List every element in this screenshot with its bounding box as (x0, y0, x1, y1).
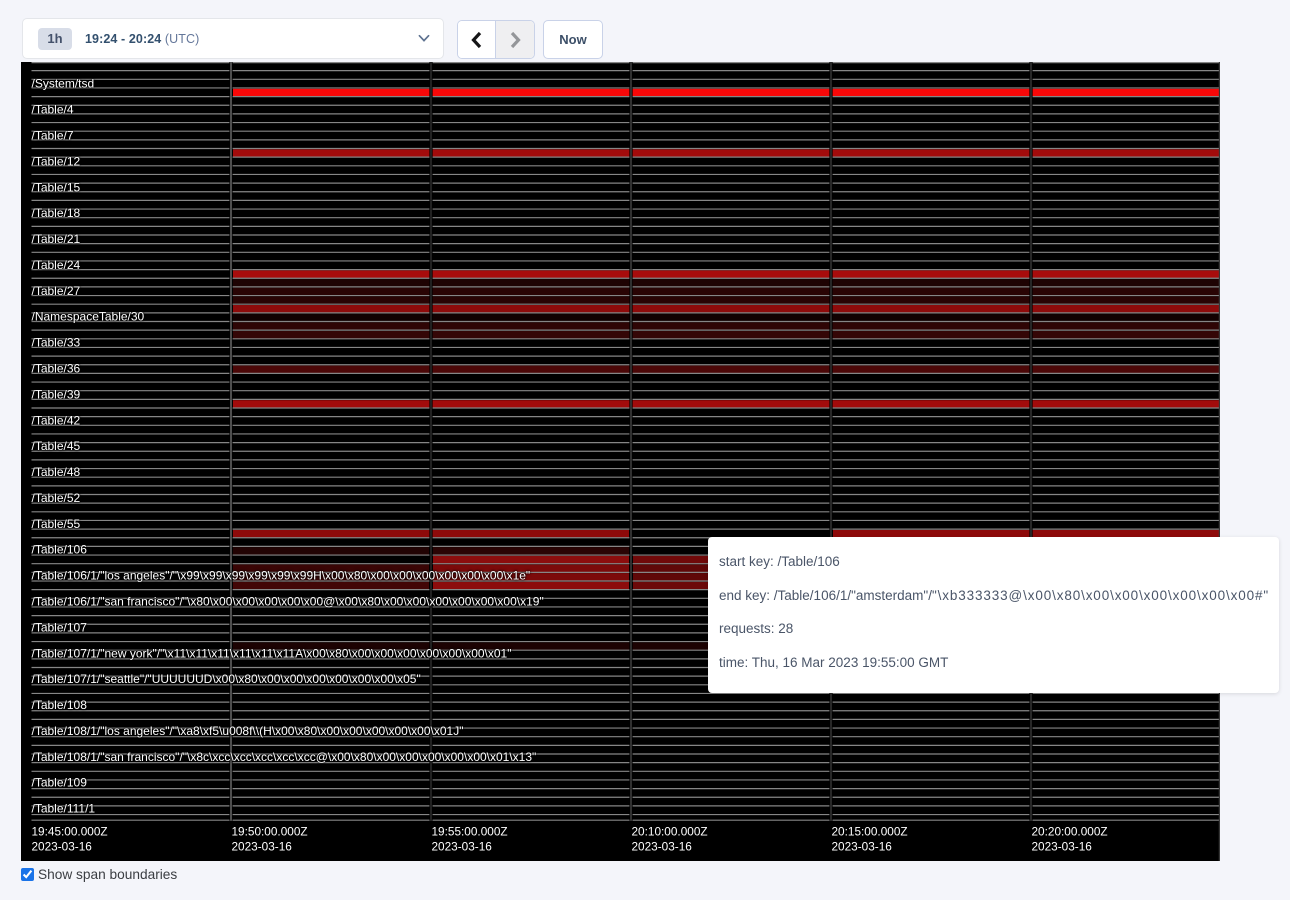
svg-text:/Table/36: /Table/36 (32, 362, 81, 376)
svg-text:/Table/106/1/"los angeles"/"\x: /Table/106/1/"los angeles"/"\x99\x99\x99… (32, 569, 531, 583)
svg-text:/Table/24: /Table/24 (32, 258, 81, 272)
svg-text:2023-03-16: 2023-03-16 (632, 840, 693, 854)
svg-text:/Table/4: /Table/4 (32, 103, 74, 117)
svg-text:/Table/108/1/"los angeles"/"\x: /Table/108/1/"los angeles"/"\xa8\xf5\u00… (32, 724, 464, 738)
svg-text:19:55:00.000Z: 19:55:00.000Z (432, 825, 508, 839)
svg-text:/NamespaceTable/30: /NamespaceTable/30 (32, 310, 145, 324)
svg-text:19:50:00.000Z: 19:50:00.000Z (232, 825, 308, 839)
svg-text:/Table/111/1: /Table/111/1 (32, 802, 96, 816)
svg-text:/Table/7: /Table/7 (32, 129, 74, 143)
svg-text:/Table/106: /Table/106 (32, 543, 88, 557)
svg-text:/System/tsd: /System/tsd (32, 77, 95, 91)
svg-text:2023-03-16: 2023-03-16 (32, 840, 93, 854)
svg-text:20:10:00.000Z: 20:10:00.000Z (632, 825, 708, 839)
svg-text:/Table/107/1/"seattle"/"UUUUUU: /Table/107/1/"seattle"/"UUUUUUD\x00\x80\… (32, 672, 421, 686)
svg-text:/Table/107: /Table/107 (32, 620, 88, 634)
svg-text:/Table/108: /Table/108 (32, 698, 88, 712)
svg-text:/Table/33: /Table/33 (32, 336, 81, 350)
svg-text:/Table/107/1/"new york"/"\x11\: /Table/107/1/"new york"/"\x11\x11\x11\x1… (32, 646, 512, 660)
svg-text:20:15:00.000Z: 20:15:00.000Z (832, 825, 908, 839)
svg-text:/Table/42: /Table/42 (32, 413, 81, 427)
svg-text:/Table/109: /Table/109 (32, 776, 88, 790)
svg-text:/Table/12: /Table/12 (32, 154, 81, 168)
svg-text:/Table/45: /Table/45 (32, 439, 81, 453)
svg-text:/Table/21: /Table/21 (32, 232, 81, 246)
svg-text:/Table/52: /Table/52 (32, 491, 81, 505)
svg-text:20:20:00.000Z: 20:20:00.000Z (1032, 825, 1108, 839)
svg-text:/Table/108/1/"san francisco"/": /Table/108/1/"san francisco"/"\x8c\xcc\x… (32, 750, 537, 764)
svg-text:/Table/48: /Table/48 (32, 465, 81, 479)
svg-text:/Table/27: /Table/27 (32, 284, 81, 298)
svg-text:19:45:00.000Z: 19:45:00.000Z (32, 825, 108, 839)
svg-text:/Table/18: /Table/18 (32, 206, 81, 220)
svg-text:/Table/55: /Table/55 (32, 517, 81, 531)
svg-text:2023-03-16: 2023-03-16 (1032, 840, 1093, 854)
svg-text:2023-03-16: 2023-03-16 (232, 840, 293, 854)
svg-text:2023-03-16: 2023-03-16 (832, 840, 893, 854)
svg-text:/Table/39: /Table/39 (32, 387, 81, 401)
svg-text:/Table/106/1/"san francisco"/": /Table/106/1/"san francisco"/"\x80\x00\x… (32, 595, 544, 609)
svg-text:/Table/15: /Table/15 (32, 180, 81, 194)
svg-text:2023-03-16: 2023-03-16 (432, 840, 493, 854)
